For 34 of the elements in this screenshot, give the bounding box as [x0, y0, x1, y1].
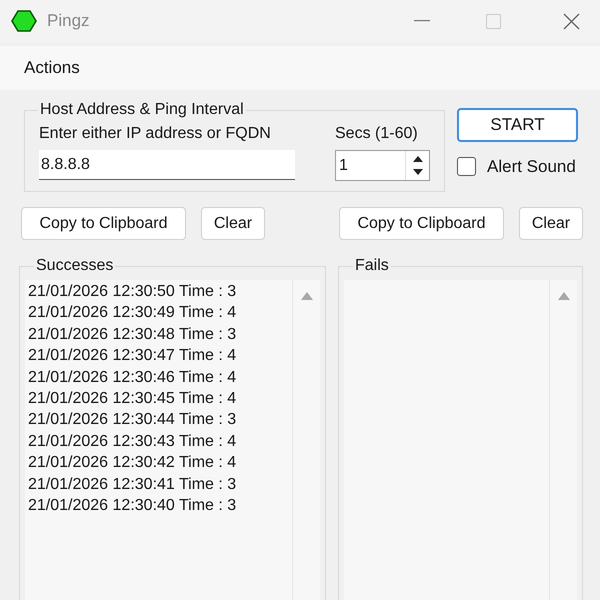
- log-entry[interactable]: 21/01/2026 12:30:41 Time : 3: [28, 474, 292, 496]
- log-entry[interactable]: 21/01/2026 12:30:50 Time : 3: [28, 281, 292, 302]
- clear-button[interactable]: Clear: [201, 207, 265, 240]
- group-title: Host Address & Ping Interval: [39, 100, 245, 120]
- field-label: Enter either IP address or FQDN: [39, 124, 272, 144]
- interval-spinner[interactable]: 1: [335, 150, 430, 181]
- group-title: Successes: [35, 256, 114, 276]
- log-entry[interactable]: 21/01/2026 12:30:49 Time : 4: [28, 302, 292, 324]
- app-icon: [11, 10, 37, 32]
- clear-button[interactable]: Clear: [519, 207, 583, 240]
- scroll-up-icon[interactable]: [558, 292, 570, 300]
- down-arrow-icon[interactable]: [412, 168, 422, 175]
- up-arrow-icon[interactable]: [412, 156, 422, 162]
- window-title: Pingz: [47, 10, 90, 32]
- checkbox[interactable]: [457, 157, 476, 176]
- copy-button[interactable]: Copy to Clipboard: [21, 207, 186, 240]
- field-label: Secs (1-60): [335, 124, 419, 144]
- checkbox-label[interactable]: Alert Sound: [487, 154, 576, 180]
- log-entry[interactable]: 21/01/2026 12:30:45 Time : 4: [28, 388, 292, 410]
- log-entry[interactable]: 21/01/2026 12:30:43 Time : 4: [28, 430, 292, 452]
- close-icon[interactable]: [563, 12, 580, 30]
- menu-item[interactable]: Actions: [24, 55, 80, 81]
- log-entry[interactable]: 21/01/2026 12:30:40 Time : 3: [28, 495, 292, 516]
- log-entry[interactable]: 21/01/2026 12:30:46 Time : 4: [28, 366, 292, 388]
- log-entry[interactable]: 21/01/2026 12:30:42 Time : 4: [28, 452, 292, 474]
- copy-button[interactable]: Copy to Clipboard: [339, 207, 504, 240]
- group-title: Fails: [354, 256, 390, 276]
- scroll-up-icon[interactable]: [300, 292, 312, 300]
- log-entry[interactable]: 21/01/2026 12:30:47 Time : 4: [28, 345, 292, 367]
- address-field[interactable]: 8.8.8.8: [39, 150, 295, 180]
- start-button[interactable]: START: [457, 108, 578, 142]
- log-entry[interactable]: 21/01/2026 12:30:48 Time : 3: [28, 324, 292, 346]
- log-entry[interactable]: 21/01/2026 12:30:44 Time : 3: [28, 409, 292, 431]
- minimize-icon[interactable]: [414, 20, 430, 22]
